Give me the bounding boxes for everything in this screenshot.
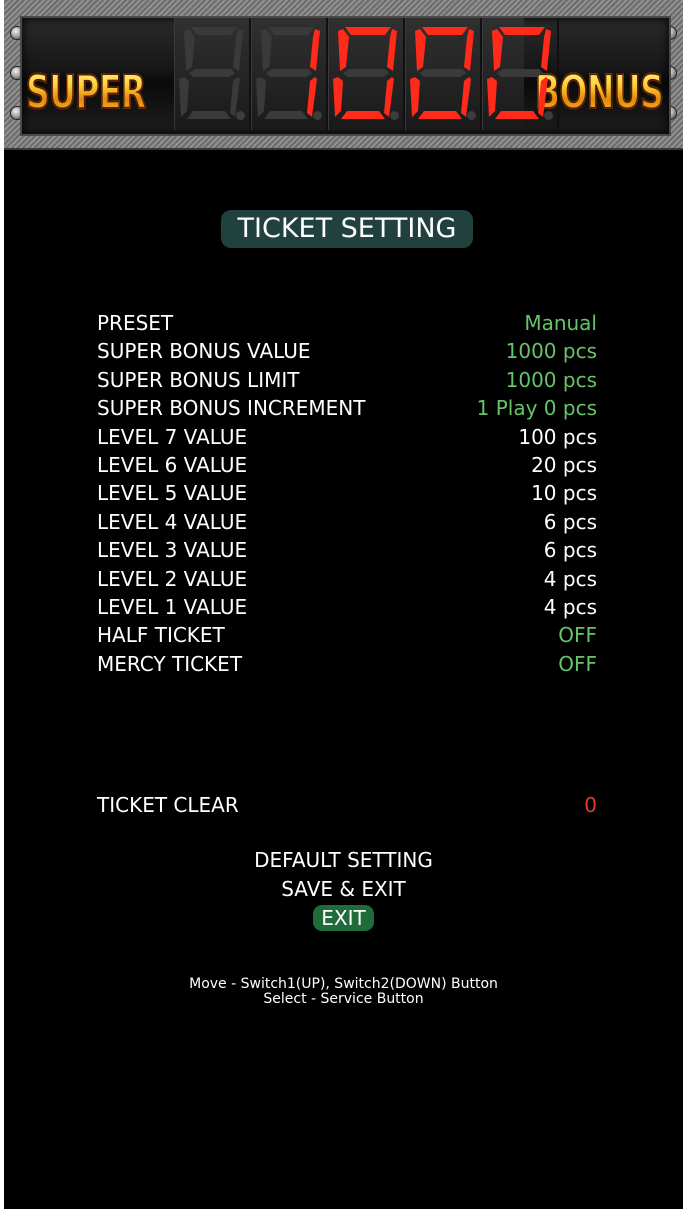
- setting-label: LEVEL 3 VALUE: [97, 538, 248, 563]
- digit-segment: [343, 69, 389, 77]
- super-bonus-marquee: SUPER BONUS: [4, 0, 683, 150]
- ticket-clear-label: TICKET CLEAR: [97, 793, 239, 817]
- setting-value: OFF: [558, 651, 597, 676]
- exit-button[interactable]: EXIT: [4, 904, 683, 933]
- setting-row[interactable]: LEVEL 7 VALUE 100 pcs: [97, 423, 597, 451]
- setting-value: 20 pcs: [531, 452, 597, 477]
- digit-segment: [345, 27, 391, 35]
- digit-segment: [256, 77, 266, 117]
- digit-cell: [405, 18, 482, 130]
- digit-segment: [179, 77, 189, 117]
- setting-label: LEVEL 2 VALUE: [97, 566, 248, 591]
- digit-segment: [333, 77, 343, 117]
- digit-segment: [264, 111, 308, 119]
- digit-segment: [387, 29, 397, 71]
- setting-label: LEVEL 4 VALUE: [97, 509, 248, 534]
- brand-super-logo: SUPER: [25, 62, 147, 122]
- decimal-point: [313, 111, 322, 120]
- setting-row[interactable]: SUPER BONUS INCREMENT 1 Play 0 pcs: [97, 394, 597, 422]
- help-move-text: Move - Switch1(UP), Switch2(DOWN) Button: [189, 976, 498, 992]
- digit-segment: [422, 27, 468, 35]
- setting-row[interactable]: LEVEL 6 VALUE 20 pcs: [97, 451, 597, 479]
- digit-segment: [338, 29, 349, 71]
- digit-cell: [174, 18, 251, 130]
- digit-segment: [492, 29, 503, 71]
- digit-segment: [191, 27, 237, 35]
- setting-row[interactable]: SUPER BONUS LIMIT 1000 pcs: [97, 366, 597, 394]
- setting-value: 10 pcs: [531, 481, 597, 506]
- digit-segment: [415, 29, 426, 71]
- setting-value: Manual: [524, 311, 597, 335]
- setting-row[interactable]: LEVEL 4 VALUE 6 pcs: [97, 508, 597, 536]
- setting-label: LEVEL 5 VALUE: [97, 481, 248, 506]
- digit-cell: [482, 18, 559, 130]
- ticket-clear-value: 0: [584, 793, 597, 817]
- setting-label: LEVEL 6 VALUE: [97, 452, 248, 477]
- digit-segment: [541, 29, 551, 71]
- digit-segment: [310, 29, 320, 71]
- setting-row[interactable]: LEVEL 5 VALUE 10 pcs: [97, 479, 597, 507]
- setting-row[interactable]: HALF TICKET OFF: [97, 621, 597, 649]
- setting-label: SUPER BONUS VALUE: [97, 339, 311, 364]
- setting-label: HALF TICKET: [97, 623, 225, 648]
- setting-value: OFF: [558, 623, 597, 648]
- setting-label: MERCY TICKET: [97, 651, 243, 676]
- digit-cell: [328, 18, 405, 130]
- setting-row[interactable]: MERCY TICKET OFF: [97, 650, 597, 678]
- jackpot-digit-display: [174, 18, 559, 130]
- digit-segment: [261, 29, 272, 71]
- decimal-point: [467, 111, 476, 120]
- setting-row[interactable]: PRESET Manual: [97, 309, 597, 337]
- setting-value: 1 Play 0 pcs: [476, 396, 597, 421]
- setting-label: SUPER BONUS LIMIT: [97, 367, 300, 392]
- setting-value: 100 pcs: [518, 424, 597, 449]
- decimal-point: [390, 111, 399, 120]
- settings-list: PRESET Manual SUPER BONUS VALUE 1000 pcs SUP…: [97, 309, 597, 678]
- setting-value: 4 pcs: [543, 594, 597, 619]
- digit-segment: [464, 29, 474, 71]
- digit-cell: [251, 18, 328, 130]
- setting-label: LEVEL 1 VALUE: [97, 594, 248, 619]
- setting-value: 1000 pcs: [505, 339, 597, 364]
- game-screen: SUPER BONUS TICKET SETTING PRESET Manual S…: [4, 0, 683, 1209]
- setting-row[interactable]: LEVEL 2 VALUE 4 pcs: [97, 565, 597, 593]
- default-setting-label: DEFAULT SETTING: [254, 848, 433, 872]
- digit-segment: [495, 111, 539, 119]
- digit-segment: [410, 77, 420, 117]
- digit-segment: [266, 69, 312, 77]
- setting-value: 6 pcs: [543, 509, 597, 534]
- digit-segment: [189, 69, 235, 77]
- setting-row[interactable]: LEVEL 3 VALUE 6 pcs: [97, 536, 597, 564]
- setting-value: 6 pcs: [543, 538, 597, 563]
- digit-segment: [420, 69, 466, 77]
- page-title: TICKET SETTING: [221, 210, 473, 248]
- digit-segment: [487, 77, 497, 117]
- digit-segment: [233, 29, 243, 71]
- decimal-point: [544, 111, 553, 120]
- digit-segment: [184, 29, 195, 71]
- save-exit-button[interactable]: SAVE & EXIT: [4, 875, 683, 904]
- setting-label: LEVEL 7 VALUE: [97, 424, 248, 449]
- setting-value: 1000 pcs: [505, 367, 597, 392]
- setting-label: SUPER BONUS INCREMENT: [97, 396, 366, 421]
- digit-segment: [341, 111, 385, 119]
- save-exit-label: SAVE & EXIT: [281, 877, 406, 901]
- help-select-text: Select - Service Button: [263, 991, 424, 1007]
- digit-segment: [418, 111, 462, 119]
- ticket-clear-row[interactable]: TICKET CLEAR 0: [97, 790, 597, 820]
- digit-segment: [268, 27, 314, 35]
- setting-label: PRESET: [97, 311, 174, 335]
- setting-row[interactable]: LEVEL 1 VALUE 4 pcs: [97, 593, 597, 621]
- digit-segment: [187, 111, 231, 119]
- exit-label: EXIT: [313, 905, 374, 931]
- setting-value: 4 pcs: [543, 566, 597, 591]
- controls-help: Move - Switch1(UP), Switch2(DOWN) Button…: [4, 977, 683, 1007]
- default-setting-button[interactable]: DEFAULT SETTING: [4, 846, 683, 875]
- digit-segment: [497, 69, 543, 77]
- action-menu: DEFAULT SETTING SAVE & EXIT EXIT: [4, 846, 683, 933]
- setting-row[interactable]: SUPER BONUS VALUE 1000 pcs: [97, 337, 597, 365]
- decimal-point: [236, 111, 245, 120]
- digit-segment: [499, 27, 545, 35]
